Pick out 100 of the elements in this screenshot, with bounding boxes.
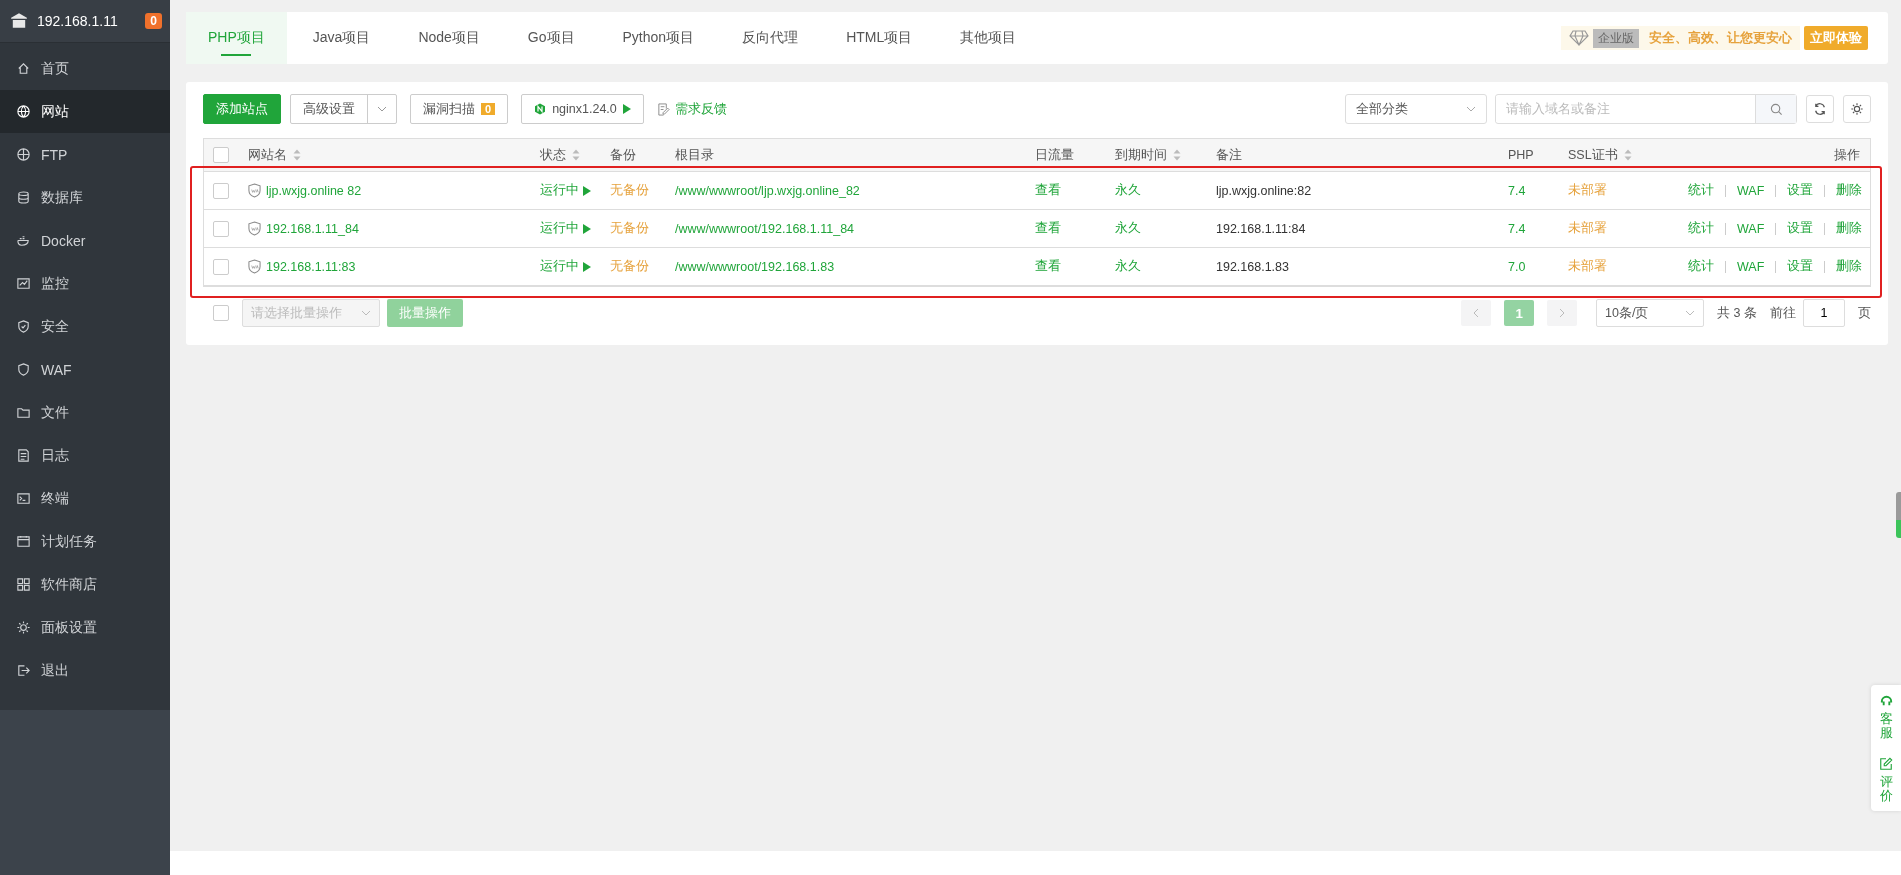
project-tab[interactable]: 反向代理: [720, 12, 821, 64]
sidebar-item[interactable]: 文件: [0, 391, 170, 434]
action-link[interactable]: 删除: [1836, 182, 1863, 199]
row-checkbox[interactable]: [213, 182, 229, 199]
column-header[interactable]: 到期时间: [1115, 146, 1181, 164]
search-icon: [1769, 102, 1783, 116]
action-link[interactable]: 统计: [1688, 182, 1714, 199]
sidebar-item[interactable]: 网站: [0, 90, 170, 133]
column-header[interactable]: 日流量: [1035, 146, 1074, 164]
next-page-button[interactable]: [1547, 300, 1578, 326]
customer-service-button[interactable]: 客服: [1878, 693, 1894, 741]
site-name-link[interactable]: 192.168.1.11_84: [266, 221, 359, 236]
traffic-link[interactable]: 查看: [1035, 258, 1061, 275]
select-all-checkbox[interactable]: [213, 147, 229, 163]
ssl-link[interactable]: 未部署: [1568, 258, 1607, 275]
action-link[interactable]: 统计: [1688, 220, 1714, 237]
ssl-link[interactable]: 未部署: [1568, 182, 1607, 199]
root-directory-link[interactable]: /www/wwwroot/ljp.wxjg.online_82: [675, 183, 860, 198]
php-version-link[interactable]: 7.4: [1508, 221, 1526, 236]
action-link[interactable]: 设置: [1787, 182, 1814, 199]
column-header[interactable]: 备注: [1216, 146, 1242, 164]
expiry-link[interactable]: 永久: [1115, 182, 1141, 199]
ssl-link[interactable]: 未部署: [1568, 220, 1607, 237]
php-version-link[interactable]: 7.4: [1508, 183, 1526, 198]
vulnerability-scan-button[interactable]: 漏洞扫描 0: [410, 94, 509, 124]
sidebar-item[interactable]: 计划任务: [0, 520, 170, 563]
sidebar-item[interactable]: 软件商店: [0, 563, 170, 606]
feedback-link[interactable]: 需求反馈: [656, 100, 727, 118]
action-link[interactable]: 删除: [1836, 220, 1863, 237]
menu-icon: [16, 147, 31, 162]
row-checkbox[interactable]: [213, 258, 229, 275]
action-link[interactable]: 删除: [1836, 258, 1863, 275]
scroll-handle[interactable]: [1896, 492, 1901, 538]
action-link[interactable]: 设置: [1787, 258, 1814, 275]
page-button[interactable]: 1: [1504, 300, 1535, 326]
page-number-field[interactable]: 1: [1803, 299, 1845, 327]
sidebar-item[interactable]: FTP: [0, 133, 170, 176]
column-header[interactable]: 状态: [540, 146, 580, 164]
sidebar-item[interactable]: 数据库: [0, 176, 170, 219]
search-button[interactable]: [1755, 95, 1796, 123]
expiry-link[interactable]: 永久: [1115, 258, 1141, 275]
select-all-checkbox[interactable]: [213, 305, 229, 321]
project-tab[interactable]: Java项目: [290, 12, 393, 64]
category-select[interactable]: 全部分类: [1345, 94, 1487, 124]
action-link[interactable]: WAF: [1737, 183, 1765, 198]
review-button[interactable]: 评价: [1879, 756, 1893, 804]
root-directory-link[interactable]: /www/wwwroot/192.168.1.11_84: [675, 221, 855, 236]
row-checkbox[interactable]: [213, 220, 229, 237]
project-tab[interactable]: Python项目: [600, 12, 717, 64]
previous-page-button[interactable]: [1461, 300, 1492, 326]
traffic-link[interactable]: 查看: [1035, 182, 1061, 199]
house-logo-icon: [10, 12, 28, 30]
site-name-link[interactable]: ljp.wxjg.online 82: [266, 183, 362, 198]
backup-link[interactable]: 无备份: [610, 220, 649, 237]
column-header[interactable]: SSL证书: [1568, 146, 1632, 164]
sidebar-item[interactable]: 日志: [0, 434, 170, 477]
status-link[interactable]: 运行中: [540, 182, 591, 199]
backup-link[interactable]: 无备份: [610, 182, 649, 199]
project-tab[interactable]: Node项目: [396, 12, 502, 64]
expiry-link[interactable]: 永久: [1115, 220, 1141, 237]
sidebar-item[interactable]: Docker: [0, 219, 170, 262]
try-now-button[interactable]: 立即体验: [1804, 26, 1868, 50]
site-name-link[interactable]: 192.168.1.11:83: [266, 259, 356, 274]
sidebar-item[interactable]: 面板设置: [0, 606, 170, 649]
action-link[interactable]: 设置: [1787, 220, 1814, 237]
batch-action-button[interactable]: 批量操作: [387, 299, 463, 327]
refresh-button[interactable]: [1806, 95, 1834, 123]
action-link[interactable]: WAF: [1737, 259, 1765, 274]
sidebar-item[interactable]: WAF: [0, 348, 170, 391]
nginx-button[interactable]: nginx1.24.0: [521, 94, 644, 124]
root-directory-link[interactable]: /www/wwwroot/192.168.1.83: [675, 259, 835, 274]
action-link[interactable]: WAF: [1737, 221, 1765, 236]
search-box[interactable]: 请输入域名或备注: [1495, 94, 1797, 124]
action-link[interactable]: 统计: [1688, 258, 1714, 275]
project-tab[interactable]: PHP项目: [186, 12, 287, 64]
status-link[interactable]: 运行中: [540, 220, 591, 237]
sidebar-item[interactable]: 退出: [0, 649, 170, 692]
project-tab[interactable]: HTML项目: [824, 12, 935, 64]
column-header[interactable]: 备份: [610, 146, 636, 164]
sidebar-item[interactable]: 首页: [0, 47, 170, 90]
column-header[interactable]: 根目录: [675, 146, 714, 164]
play-icon: [583, 261, 591, 272]
status-link[interactable]: 运行中: [540, 258, 591, 275]
add-site-button[interactable]: 添加站点: [203, 94, 281, 124]
traffic-link[interactable]: 查看: [1035, 220, 1061, 237]
caret-icon: [361, 310, 371, 316]
php-version-link[interactable]: 7.0: [1508, 259, 1526, 274]
column-header[interactable]: 网站名: [248, 146, 301, 164]
notification-badge[interactable]: 0: [145, 13, 162, 29]
sidebar-item[interactable]: 监控: [0, 262, 170, 305]
backup-link[interactable]: 无备份: [610, 258, 649, 275]
settings-button[interactable]: [1843, 95, 1871, 123]
page-size-select[interactable]: 10条/页: [1596, 299, 1705, 327]
project-tab[interactable]: 其他项目: [938, 12, 1039, 64]
advanced-settings-dropdown[interactable]: 高级设置: [290, 94, 397, 124]
project-tab[interactable]: Go项目: [505, 12, 597, 64]
sidebar-item[interactable]: 安全: [0, 305, 170, 348]
column-header[interactable]: 操作: [1834, 146, 1860, 164]
sidebar-item[interactable]: 终端: [0, 477, 170, 520]
column-header[interactable]: PHP: [1508, 148, 1534, 162]
